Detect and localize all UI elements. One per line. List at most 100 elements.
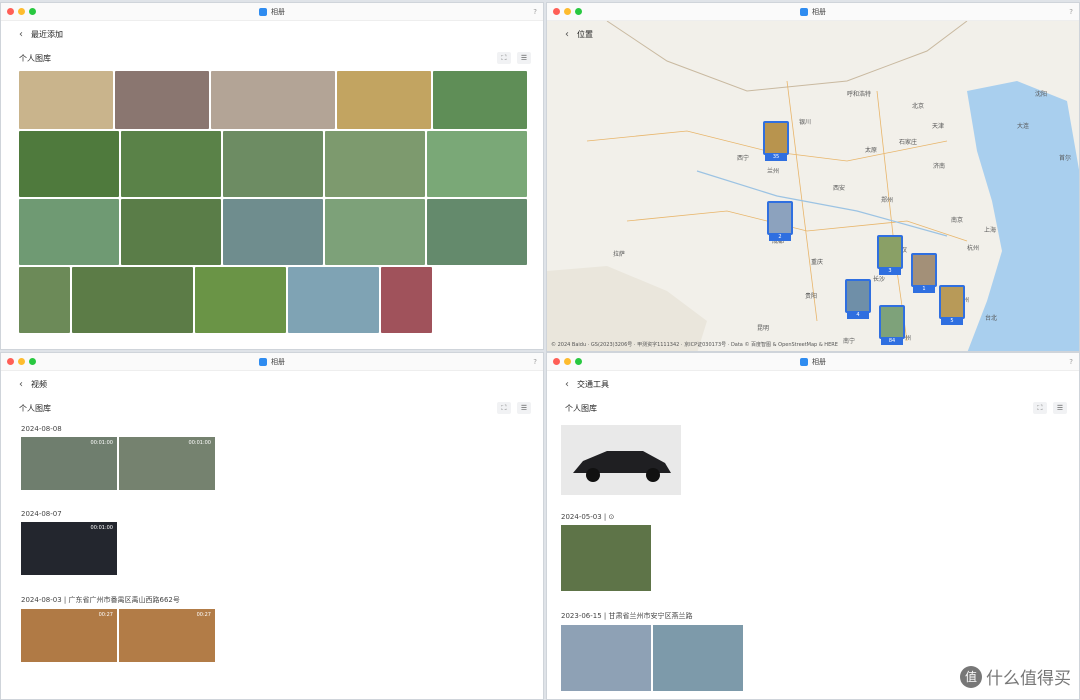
photo-thumbnail[interactable] [427,131,527,197]
window-title: 相册 [259,357,285,367]
maximize-button[interactable] [575,358,582,365]
back-chevron-icon[interactable]: ‹ [565,379,569,390]
watermark-text: 什么值得买 [986,669,1071,689]
page-header: ‹ 视频 [1,371,543,397]
traffic-lights[interactable] [7,358,36,365]
date-header: 2023-06-15 | 甘肃省兰州市安宁区燕兰路 [561,612,693,620]
help-button[interactable]: ? [533,358,537,366]
select-icon[interactable]: ⛶ [497,402,511,414]
photo-thumbnail[interactable] [19,131,119,197]
watermark-badge: 值 [960,665,982,688]
photo-thumbnail[interactable] [72,267,193,333]
library-bar: 个人图库 ⛶ ☰ [547,397,1079,419]
page-title: 最近添加 [31,29,63,39]
photo-thumbnail[interactable] [337,71,431,129]
photo-thumbnail[interactable] [223,131,323,197]
library-label: 个人图库 [565,403,597,413]
photo-thumbnail[interactable] [427,199,527,265]
minimize-button[interactable] [18,358,25,365]
location-pin[interactable]: 35 [763,121,789,161]
location-pin[interactable]: 3 [877,235,903,275]
map-copyright: © 2024 Baidu · GS(2023)3206号 · 甲测资字11113… [551,342,838,348]
close-button[interactable] [7,8,14,15]
date-header: 2024-08-08 [21,425,62,433]
minimize-button[interactable] [564,358,571,365]
window-title: 相册 [800,357,826,367]
photo-thumbnail[interactable] [561,625,651,691]
photo-thumbnail[interactable] [288,267,379,333]
list-view-icon[interactable]: ☰ [517,402,531,414]
back-chevron-icon[interactable]: ‹ [565,29,569,40]
page-title: 视频 [31,379,47,389]
minimize-button[interactable] [18,8,25,15]
close-button[interactable] [553,358,560,365]
window-title: 相册 [259,7,285,17]
minimize-button[interactable] [564,8,571,15]
window-title-text: 相册 [812,7,826,16]
maximize-button[interactable] [29,8,36,15]
map-view[interactable]: 北京 天津 石家庄 西宁 兰州 西安 银川 呼和浩特 成都 重庆 贵阳 昆明 拉… [547,20,1079,351]
video-thumbnail[interactable]: 00:27 [119,609,215,662]
traffic-lights[interactable] [553,8,582,15]
location-pin[interactable]: 2 [767,201,793,241]
location-pin[interactable]: 4 [845,279,871,319]
page-header: ‹ 最近添加 [1,21,543,47]
location-pin[interactable]: 5 [939,285,965,325]
city-label: 拉萨 [613,251,626,258]
window-title-text: 相册 [812,357,826,366]
close-button[interactable] [553,8,560,15]
title-bar: 相册 ? [1,353,543,371]
list-view-icon[interactable]: ☰ [1053,402,1067,414]
video-thumbnail[interactable]: 00:01:00 [21,437,117,490]
help-button[interactable]: ? [1069,358,1073,366]
traffic-lights[interactable] [7,8,36,15]
photo-thumbnail[interactable] [211,71,335,129]
city-label: 首尔 [1059,155,1072,162]
photo-grid [19,71,527,333]
back-chevron-icon[interactable]: ‹ [19,379,23,390]
photo-thumbnail[interactable] [561,425,681,495]
city-label: 呼和浩特 [847,91,872,98]
city-label: 天津 [932,123,945,130]
photo-thumbnail[interactable] [325,199,425,265]
close-button[interactable] [7,358,14,365]
city-label: 昆明 [757,325,770,332]
maximize-button[interactable] [29,358,36,365]
back-chevron-icon[interactable]: ‹ [19,29,23,40]
photo-thumbnail[interactable] [115,71,209,129]
photos-app-icon [259,7,267,16]
photo-thumbnail[interactable] [653,625,743,691]
video-thumbnail[interactable]: 00:01:00 [119,437,215,490]
photo-thumbnail[interactable] [223,199,323,265]
maximize-button[interactable] [575,8,582,15]
photo-thumbnail[interactable] [561,525,651,591]
video-duration: 00:01:00 [188,440,211,446]
list-view-icon[interactable]: ☰ [517,52,531,64]
video-thumbnail[interactable]: 00:27 [21,609,117,662]
traffic-lights[interactable] [553,358,582,365]
city-label: 南宁 [843,338,856,345]
select-icon[interactable]: ⛶ [1033,402,1047,414]
city-label: 大连 [1017,123,1030,130]
page-header: ‹ 位置 [547,21,593,47]
help-button[interactable]: ? [533,8,537,16]
photo-thumbnail[interactable] [325,131,425,197]
photo-thumbnail[interactable] [19,267,70,333]
location-pin[interactable]: 1 [911,253,937,293]
select-icon[interactable]: ⛶ [497,52,511,64]
page-title: 交通工具 [577,379,609,389]
photo-thumbnail[interactable] [19,199,119,265]
photo-thumbnail[interactable] [121,199,221,265]
photo-thumbnail[interactable] [19,71,113,129]
library-bar: 个人图库 ⛶ ☰ [1,397,543,419]
video-thumbnail[interactable]: 00:01:00 [21,522,117,575]
photo-thumbnail[interactable] [195,267,286,333]
city-label: 上海 [984,227,997,234]
location-pin[interactable]: 84 [879,305,905,345]
recent-window: 相册 ? ‹ 最近添加 个人图库 ⛶ ☰ [0,2,544,350]
page-header: ‹ 交通工具 [547,371,1079,397]
photo-thumbnail[interactable] [381,267,432,333]
photo-thumbnail[interactable] [433,71,527,129]
help-button[interactable]: ? [1069,8,1073,16]
photo-thumbnail[interactable] [121,131,221,197]
